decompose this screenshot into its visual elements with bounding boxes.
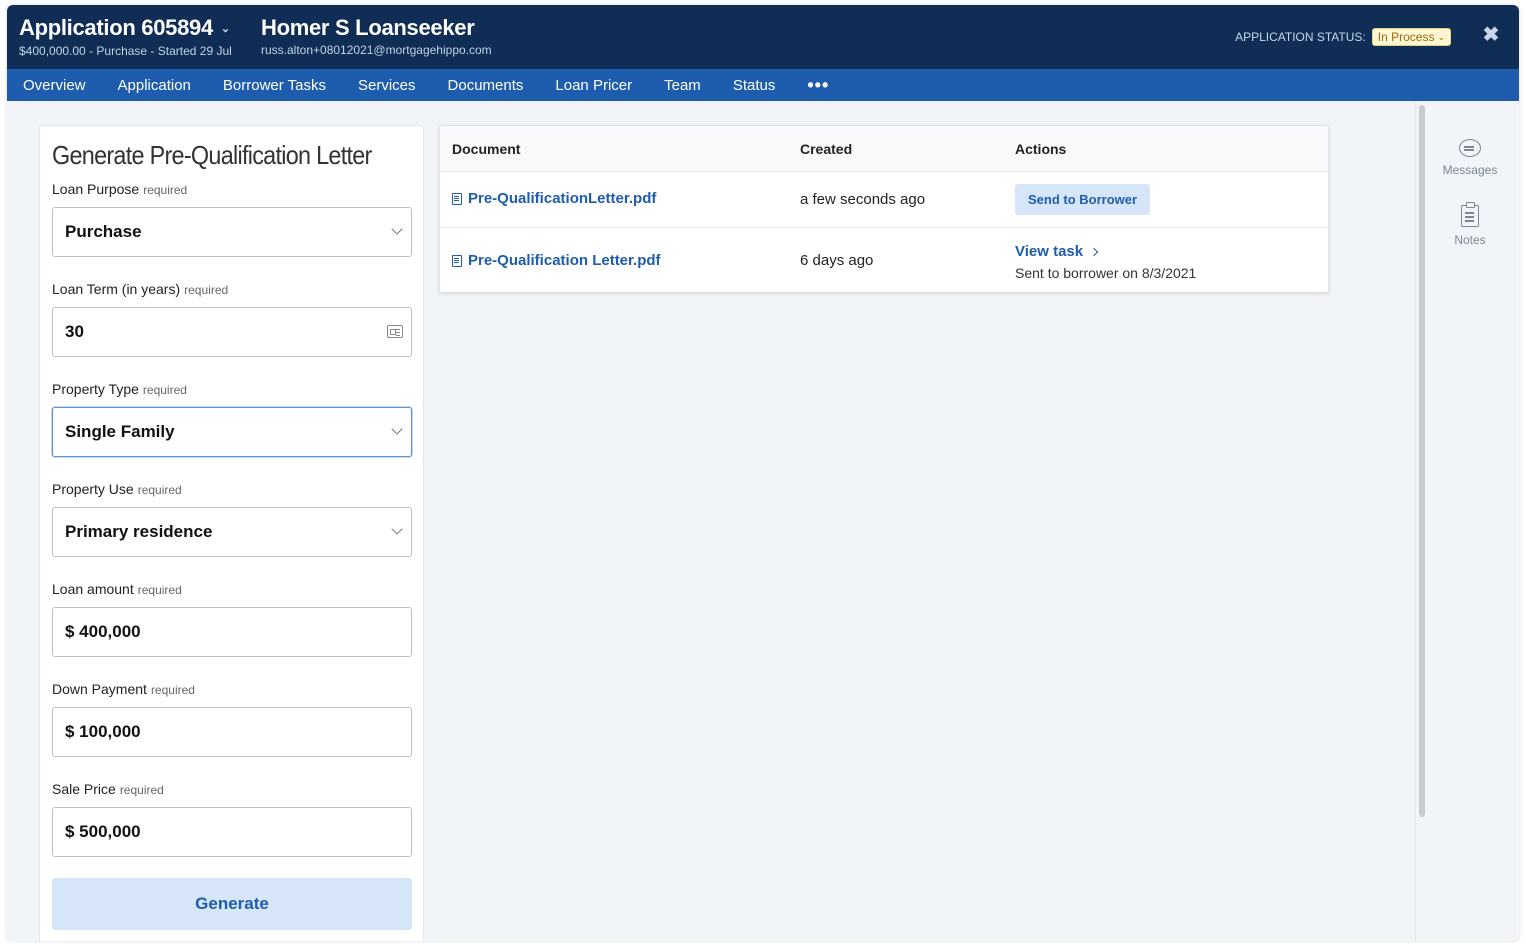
- field-label: Down Payment required: [52, 681, 195, 697]
- status-label: APPLICATION STATUS:: [1235, 30, 1366, 44]
- table-row: Pre-QualificationLetter.pdf a few second…: [440, 172, 1328, 228]
- documents-table: Document Created Actions Pre-Qualificati…: [439, 125, 1329, 293]
- view-task-link[interactable]: View task: [1015, 243, 1099, 260]
- prequal-form-card: Generate Pre-Qualification Letter Loan P…: [39, 125, 424, 941]
- generate-button[interactable]: Generate: [52, 878, 412, 930]
- loan-purpose-select[interactable]: Purchase: [52, 207, 412, 257]
- loan-purpose-field: Loan Purpose required Purchase: [52, 181, 412, 257]
- right-rail: Messages Notes: [1428, 101, 1519, 941]
- table-header: Document Created Actions: [440, 126, 1328, 172]
- more-icon[interactable]: •••: [807, 76, 829, 94]
- down-payment-input[interactable]: $ 100,000: [52, 707, 412, 757]
- message-icon: [1459, 139, 1481, 157]
- field-value: Purchase: [65, 222, 142, 241]
- chevron-down-icon: ⌄: [1437, 31, 1445, 42]
- document-icon: [452, 192, 462, 205]
- tab-application[interactable]: Application: [118, 77, 191, 94]
- field-value: $ 400,000: [65, 622, 141, 641]
- property-type-select[interactable]: Single Family: [52, 407, 412, 457]
- tab-borrower-tasks[interactable]: Borrower Tasks: [223, 77, 326, 94]
- tab-team[interactable]: Team: [664, 77, 701, 94]
- borrower-email: russ.alton+08012021@mortgagehippo.com: [261, 43, 492, 57]
- application-status: APPLICATION STATUS: In Process ⌄: [1235, 28, 1451, 46]
- form-title: Generate Pre-Qualification Letter: [52, 140, 372, 170]
- down-payment-field: Down Payment required $ 100,000: [52, 681, 412, 757]
- app-window: Application 605894 ⌄ $400,000.00 - Purch…: [7, 5, 1519, 941]
- sent-status-note: Sent to borrower on 8/3/2021: [1015, 265, 1197, 281]
- sale-price-field: Sale Price required $ 500,000: [52, 781, 412, 857]
- chevron-right-icon: [1089, 247, 1099, 256]
- application-switcher[interactable]: Application 605894 ⌄: [19, 15, 230, 41]
- document-name: Pre-Qualification Letter.pdf: [468, 252, 661, 269]
- field-label: Loan Purpose required: [52, 181, 188, 197]
- status-value: In Process: [1377, 30, 1435, 44]
- field-value: 30: [65, 322, 84, 341]
- document-link[interactable]: Pre-Qualification Letter.pdf: [452, 252, 661, 269]
- tab-loan-pricer[interactable]: Loan Pricer: [555, 77, 632, 94]
- created-time: a few seconds ago: [800, 191, 926, 208]
- created-time: 6 days ago: [800, 252, 874, 269]
- application-header: Application 605894 ⌄ $400,000.00 - Purch…: [7, 5, 1519, 69]
- field-value: $ 100,000: [65, 722, 141, 741]
- application-summary: $400,000.00 - Purchase - Started 29 Jul: [19, 44, 232, 58]
- table-row: Pre-Qualification Letter.pdf 6 days ago …: [440, 228, 1328, 294]
- tab-documents[interactable]: Documents: [448, 77, 524, 94]
- borrower-name: Homer S Loanseeker: [261, 15, 475, 40]
- property-use-field: Property Use required Primary residence: [52, 481, 412, 557]
- notes-label: Notes: [1454, 233, 1486, 247]
- chevron-down-icon: [391, 523, 403, 535]
- messages-label: Messages: [1442, 163, 1498, 177]
- tab-status[interactable]: Status: [733, 77, 776, 94]
- loan-term-field: Loan Term (in years) required 30: [52, 281, 412, 357]
- send-to-borrower-button[interactable]: Send to Borrower: [1015, 184, 1151, 215]
- clipboard-icon: [1461, 202, 1479, 227]
- field-label: Sale Price required: [52, 781, 164, 797]
- view-task-label: View task: [1015, 243, 1084, 260]
- messages-button[interactable]: Messages: [1420, 139, 1519, 177]
- tab-navigation: Overview Application Borrower Tasks Serv…: [7, 69, 1519, 101]
- property-type-field: Property Type required Single Family: [52, 381, 412, 457]
- loan-term-input[interactable]: 30: [52, 307, 412, 357]
- chevron-down-icon: [391, 423, 403, 435]
- chevron-down-icon: [391, 223, 403, 235]
- contact-card-icon: [387, 325, 403, 338]
- status-dropdown[interactable]: In Process ⌄: [1371, 28, 1451, 46]
- column-header-actions: Actions: [1015, 141, 1067, 157]
- field-label: Property Type required: [52, 381, 187, 397]
- field-value: Primary residence: [65, 522, 213, 541]
- field-label: Property Use required: [52, 481, 182, 497]
- close-icon[interactable]: ✖: [1481, 25, 1501, 45]
- tab-services[interactable]: Services: [358, 77, 416, 94]
- column-header-created: Created: [800, 141, 853, 157]
- chevron-down-icon: ⌄: [220, 22, 230, 35]
- notes-button[interactable]: Notes: [1420, 202, 1519, 247]
- field-label: Loan Term (in years) required: [52, 281, 229, 297]
- loan-amount-field: Loan amount required $ 400,000: [52, 581, 412, 657]
- tab-overview[interactable]: Overview: [23, 77, 86, 94]
- loan-amount-input[interactable]: $ 400,000: [52, 607, 412, 657]
- application-title: Application 605894: [19, 15, 213, 40]
- field-value: Single Family: [65, 422, 175, 441]
- field-label: Loan amount required: [52, 581, 182, 597]
- field-value: $ 500,000: [65, 822, 141, 841]
- document-name: Pre-QualificationLetter.pdf: [468, 190, 657, 207]
- sale-price-input[interactable]: $ 500,000: [52, 807, 412, 857]
- column-header-document: Document: [452, 141, 521, 157]
- document-link[interactable]: Pre-QualificationLetter.pdf: [452, 190, 656, 207]
- property-use-select[interactable]: Primary residence: [52, 507, 412, 557]
- document-icon: [452, 254, 462, 267]
